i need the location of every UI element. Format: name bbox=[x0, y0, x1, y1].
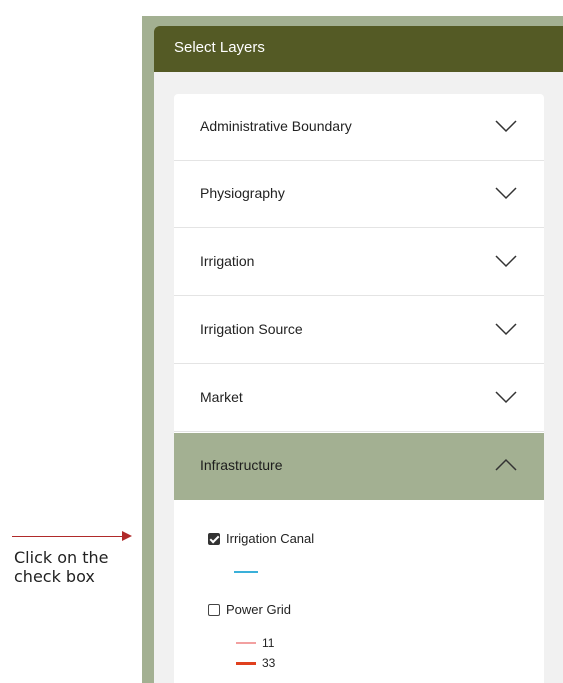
legend-swatch bbox=[236, 661, 256, 665]
panel-header: Select Layers bbox=[154, 26, 563, 72]
accordion-item-label: Infrastructure bbox=[200, 457, 283, 473]
chevron-down-icon bbox=[495, 255, 517, 268]
accordion-item-label: Physiography bbox=[200, 185, 285, 201]
irrigation-canal-legend-line bbox=[234, 571, 258, 573]
accordion-item-irrigation[interactable]: Irrigation bbox=[174, 229, 544, 296]
irrigation-canal-checkbox[interactable] bbox=[208, 532, 220, 545]
accordion-item-infrastructure[interactable]: Infrastructure bbox=[174, 433, 544, 500]
layer-accordion: Administrative Boundary Physiography Irr… bbox=[174, 94, 544, 683]
power-grid-legend-11: 11 bbox=[236, 636, 274, 650]
accordion-item-irrigation-source[interactable]: Irrigation Source bbox=[174, 297, 544, 364]
chevron-down-icon bbox=[495, 391, 517, 404]
annotation-arrow-line bbox=[12, 536, 124, 537]
accordion-item-label: Market bbox=[200, 389, 243, 405]
accordion-item-market[interactable]: Market bbox=[174, 365, 544, 432]
legend-swatch bbox=[236, 642, 256, 644]
layer-item-irrigation-canal: Irrigation Canal bbox=[208, 531, 314, 546]
chevron-down-icon bbox=[495, 120, 517, 133]
accordion-item-label: Irrigation Source bbox=[200, 321, 303, 337]
power-grid-checkbox[interactable] bbox=[208, 603, 220, 616]
chevron-down-icon bbox=[495, 323, 517, 336]
accordion-item-label: Irrigation bbox=[200, 253, 255, 269]
legend-label: 11 bbox=[262, 636, 275, 650]
legend-label: 33 bbox=[262, 656, 276, 670]
annotation-text: Click on the check box bbox=[14, 548, 109, 586]
panel-title: Select Layers bbox=[174, 39, 265, 56]
chevron-up-icon bbox=[495, 458, 517, 471]
annotation-arrow-head bbox=[122, 531, 132, 541]
layer-label: Irrigation Canal bbox=[226, 531, 315, 546]
accordion-item-label: Administrative Boundary bbox=[200, 118, 352, 134]
power-grid-legend-33: 33 bbox=[236, 656, 275, 670]
chevron-down-icon bbox=[495, 187, 517, 200]
accordion-item-administrative-boundary[interactable]: Administrative Boundary bbox=[174, 94, 544, 161]
layer-label: Power Grid bbox=[226, 602, 292, 617]
layer-item-power-grid: Power Grid bbox=[208, 602, 291, 617]
accordion-item-physiography[interactable]: Physiography bbox=[174, 161, 544, 228]
